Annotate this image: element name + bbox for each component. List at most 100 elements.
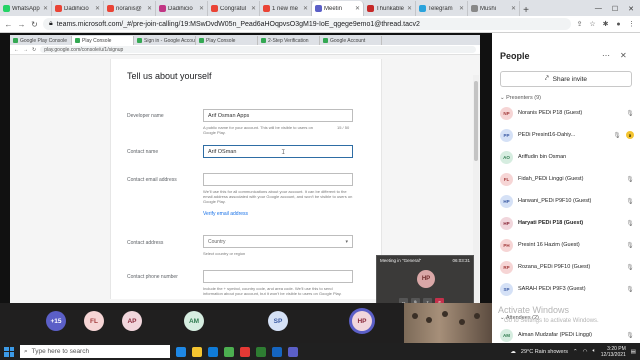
browser-tab[interactable]: 1 new me ✕ <box>260 1 312 16</box>
close-tab-icon[interactable]: ✕ <box>459 5 464 12</box>
excel-icon[interactable] <box>256 346 266 357</box>
close-tab-icon[interactable]: ✕ <box>43 5 48 12</box>
file-explorer-icon[interactable] <box>192 346 202 357</box>
gallery-avatar[interactable]: SP <box>268 311 288 331</box>
app-icon[interactable] <box>240 346 250 357</box>
word-icon[interactable] <box>272 346 282 357</box>
participant-row[interactable]: HP Haryati PEDi P18 (Guest) 🎙︎ <box>500 215 634 231</box>
browser-tab[interactable]: Telegram ✕ <box>416 1 468 16</box>
gallery-avatar[interactable]: FL <box>84 311 104 331</box>
extensions-icon[interactable]: ✱ <box>601 20 610 28</box>
contact-email-field[interactable] <box>203 173 353 186</box>
task-view-icon[interactable] <box>176 346 186 357</box>
share-invite-button[interactable]: ⤤ Share invite <box>500 71 632 87</box>
reload-icon[interactable]: ↻ <box>30 20 39 29</box>
developer-name-field[interactable]: Arif Osman Apps <box>203 109 353 122</box>
clock[interactable]: 3:20 PM 12/13/2021 <box>601 346 626 358</box>
notifications-icon[interactable]: ▤ <box>631 349 636 355</box>
video-figure <box>474 313 480 319</box>
contact-name-field[interactable]: Arif OSman Ｉ <box>203 145 353 158</box>
participant-row[interactable]: AM Aiman Mudzafar (PEDi Linggi) 🎙︎ <box>500 327 634 343</box>
tab-favicon-icon <box>211 5 218 12</box>
browser-tab[interactable]: Mushi ✕ <box>468 1 520 16</box>
profile-icon[interactable]: ● <box>614 21 623 28</box>
scrollbar-thumb[interactable] <box>474 81 478 161</box>
tray-up-icon[interactable]: ⌃ <box>573 349 578 355</box>
participant-row[interactable]: SP SARAH PEDi P9F3 (Guest) 🎙︎ <box>500 281 634 297</box>
close-icon[interactable]: ✕ <box>628 5 634 13</box>
more-options-icon[interactable]: ⋯ <box>602 51 610 60</box>
back-icon[interactable]: ← <box>4 20 13 29</box>
browser-tab[interactable]: noranis@ ✕ <box>104 1 156 16</box>
tab-favicon-icon <box>263 5 270 12</box>
browser-tab-label: Telegram <box>428 5 453 12</box>
close-tab-icon[interactable]: ✕ <box>147 5 152 12</box>
close-panel-icon[interactable]: ✕ <box>620 51 627 60</box>
maximize-icon[interactable]: ☐ <box>612 5 618 13</box>
close-tab-icon[interactable]: ✕ <box>199 5 204 12</box>
more-participants-badge[interactable]: +15 <box>46 311 66 331</box>
menu-icon[interactable]: ⋮ <box>627 20 636 28</box>
weather-icon[interactable]: ☁ <box>510 349 516 355</box>
avatar: AM <box>500 328 513 342</box>
edge-icon[interactable] <box>208 346 218 357</box>
verify-email-link[interactable]: Verify email address <box>203 211 248 217</box>
participant-row[interactable]: NP Noranis PEDi P18 (Guest) 🎙︎ <box>500 105 634 121</box>
country-select[interactable]: Country ▾ <box>203 235 353 248</box>
weather-text[interactable]: 29°C Rain showers <box>521 349 568 355</box>
chrome-icon[interactable] <box>224 346 234 357</box>
presenters-header[interactable]: ⌄ Presenters (9) <box>500 95 541 101</box>
url-input[interactable]: 🔒︎ teams.microsoft.com/_#/pre-join-calli… <box>43 18 571 30</box>
developer-name-label: Developer name <box>127 113 164 119</box>
mini-meeting-avatar: HP <box>417 270 435 288</box>
browser-tab[interactable]: WhatsApp ✕ <box>0 1 52 16</box>
inner-tab-strip: Google Play Console Play Console Sign in -… <box>10 35 480 45</box>
participant-video-tile[interactable] <box>404 303 492 343</box>
browser-tab[interactable]: Dadihicio ✕ <box>156 1 208 16</box>
share-icon[interactable]: ⇪ <box>575 20 584 28</box>
participant-row[interactable]: RP Rozana_PEDi P9F10 (Guest) 🎙︎ <box>500 259 634 275</box>
avatar: PH <box>500 238 513 252</box>
contact-email-label: Contact email address <box>127 177 177 183</box>
forward-icon[interactable]: → <box>17 20 26 29</box>
gallery-avatar[interactable]: AP <box>122 311 142 331</box>
muted-mic-icon: 🎙︎ <box>626 220 634 227</box>
dropdown-caret-icon: ▾ <box>345 238 348 245</box>
inner-browser-tab: Play Console <box>72 36 134 45</box>
close-tab-icon[interactable]: ✕ <box>511 5 516 12</box>
tab-favicon-icon <box>471 5 478 12</box>
bookmark-star-icon[interactable]: ☆ <box>588 20 597 28</box>
new-tab-icon[interactable]: + <box>520 5 532 16</box>
screen: WhatsApp ✕ Dadihicio ✕ noranis@ ✕ Dadihicio ✕ Co… <box>0 0 640 360</box>
form-title: Tell us about yourself <box>127 71 212 81</box>
close-tab-icon[interactable]: ✕ <box>407 5 412 12</box>
browser-tab[interactable]: Thunkable ✕ <box>364 1 416 16</box>
chevron-down-icon: ⌄ <box>500 95 505 101</box>
participant-row[interactable]: HP Harwani_PEDi P9F10 (Guest) 🎙︎ <box>500 193 634 209</box>
signup-form: Tell us about yourself Developer name Ar… <box>110 59 382 299</box>
participant-row[interactable]: AO Ariffudin bin Osman <box>500 149 634 165</box>
gallery-avatar[interactable]: HP <box>352 311 372 331</box>
participant-row[interactable]: PH Presint 16 Hazim (Guest) 🎙︎ <box>500 237 634 253</box>
close-tab-icon[interactable]: ✕ <box>355 5 360 12</box>
developer-name-help: A public name for your account. This wil… <box>203 125 313 135</box>
browser-tab[interactable]: Congratul ✕ <box>208 1 260 16</box>
close-tab-icon[interactable]: ✕ <box>251 5 256 12</box>
browser-tab[interactable]: Meetin ✕ <box>312 1 364 16</box>
contact-phone-field[interactable] <box>203 270 353 283</box>
participant-row[interactable]: FL Fidah_PEDi Linggi (Guest) 🎙︎ <box>500 171 634 187</box>
close-tab-icon[interactable]: ✕ <box>303 5 308 12</box>
windows-start-icon[interactable] <box>4 346 14 357</box>
minimize-icon[interactable]: — <box>595 5 602 12</box>
browser-tab-label: Dadihicio <box>64 5 89 12</box>
participant-row[interactable]: PP PEDi Presint16-Dahiy... 🎙︎ ✋︎ <box>500 127 634 143</box>
teams-icon[interactable] <box>288 346 298 357</box>
browser-tab[interactable]: Dadihicio ✕ <box>52 1 104 16</box>
muted-mic-icon: 🎙︎ <box>626 264 634 271</box>
people-panel: People ⋯ ✕ ⤤ Share invite ⌄ Presenters (… <box>492 33 640 343</box>
volume-icon[interactable]: 🔈︎ <box>592 348 595 355</box>
network-icon[interactable]: ◠ <box>583 349 588 355</box>
taskbar-search-box[interactable]: ⌕ Type here to search <box>20 345 170 358</box>
gallery-avatar[interactable]: AM <box>184 311 204 331</box>
close-tab-icon[interactable]: ✕ <box>95 5 100 12</box>
